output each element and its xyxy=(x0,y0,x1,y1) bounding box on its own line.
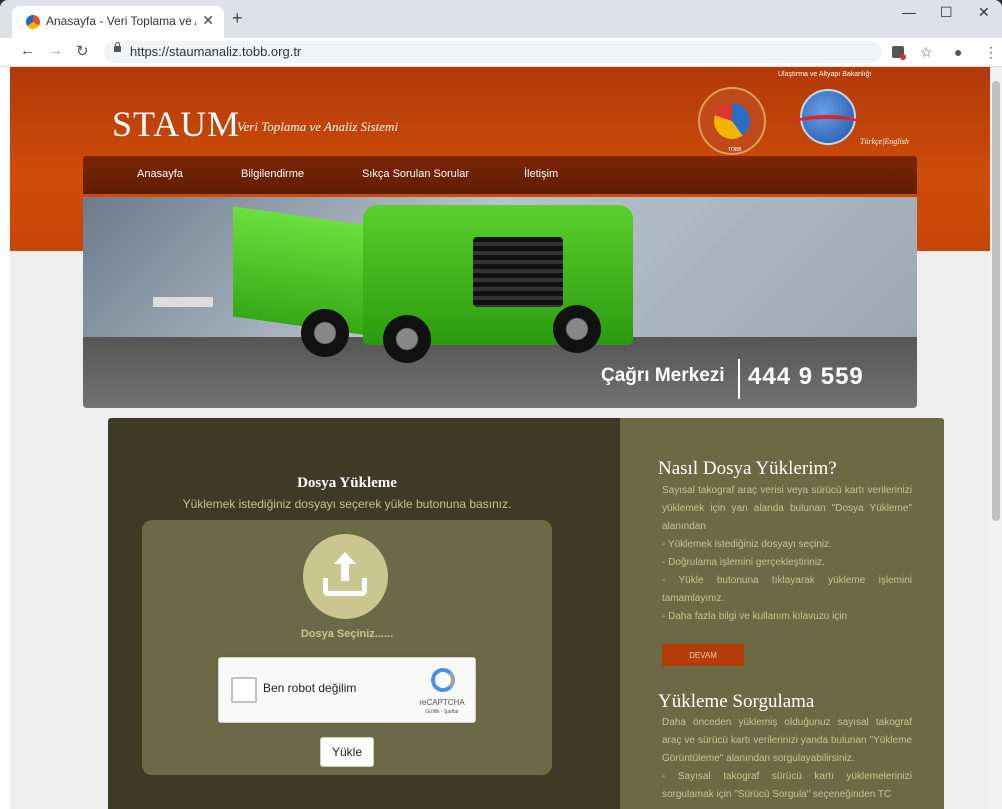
call-center-number: 444 9 559 xyxy=(748,363,864,390)
upload-icon[interactable] xyxy=(303,534,388,619)
recaptcha-widget: Ben robot değilim reCAPTCHA Gizlilik - Ş… xyxy=(218,657,476,723)
call-center-label: Çağrı Merkezi xyxy=(601,365,725,386)
forward-icon[interactable]: → xyxy=(48,42,63,59)
query-line: - Sayısal takograf sürücü kartı yüklemel… xyxy=(662,771,912,800)
upload-box: Dosya Seçiniz...... Ben robot değilim re… xyxy=(142,520,552,775)
nav-item-home[interactable]: Anasayfa xyxy=(137,168,183,180)
back-icon[interactable]: ← xyxy=(20,42,35,59)
url-text[interactable]: https://staumanaliz.tobb.org.tr xyxy=(130,44,301,59)
tab-strip: Anasayfa - Veri Toplama ve Anali ✕ + — ☐… xyxy=(0,0,1002,38)
reload-icon[interactable]: ↻ xyxy=(76,42,89,60)
browser-tab[interactable]: Anasayfa - Veri Toplama ve Anali ✕ xyxy=(12,6,224,38)
truck-grill-graphic xyxy=(473,237,563,307)
recaptcha-brand: reCAPTCHA xyxy=(419,698,465,707)
continue-button[interactable]: DEVAM xyxy=(662,644,744,666)
site-subtitle: Veri Toplama ve Analiz Sistemi xyxy=(237,119,399,134)
help-line: - Daha fazla bilgi ve kullanım kılavuzu … xyxy=(662,611,848,622)
help-line: Sayısal takograf araç verisi veya sürücü… xyxy=(662,485,912,532)
call-center-divider xyxy=(738,359,740,399)
help-text: Sayısal takograf araç verisi veya sürücü… xyxy=(662,482,912,626)
extension-icon[interactable] xyxy=(892,46,906,60)
maximize-button[interactable]: ☐ xyxy=(940,4,953,21)
tobb-logo xyxy=(698,87,766,155)
nav-item-info[interactable]: Bilgilendirme xyxy=(241,168,304,180)
hero-banner: Çağrı Merkezi 444 9 559 xyxy=(83,197,917,408)
ministry-logo xyxy=(792,85,862,147)
tab-title: Anasayfa - Veri Toplama ve Anali xyxy=(46,14,196,28)
address-bar[interactable]: https://staumanaliz.tobb.org.tr xyxy=(104,41,882,63)
minimize-button[interactable]: — xyxy=(902,4,916,20)
recaptcha-links[interactable]: Gizlilik - Şartlar xyxy=(413,709,471,715)
upload-button[interactable]: Yükle xyxy=(320,737,374,767)
scrollbar-thumb[interactable] xyxy=(992,81,1000,521)
help-title: Nasıl Dosya Yüklerim? xyxy=(658,458,837,479)
site-logo[interactable]: STAUM xyxy=(112,103,240,145)
help-line: - Yükle butonuna tıklayarak yükleme işle… xyxy=(662,575,912,604)
bookmark-star-icon[interactable]: ☆ xyxy=(920,44,933,61)
wheel-graphic xyxy=(383,315,431,363)
language-switch: Türkçe|English xyxy=(860,137,909,146)
page-scrollbar[interactable] xyxy=(990,67,1002,809)
ministry-title: Ulaştırma ve Altyapı Bakanlığı xyxy=(778,71,872,78)
help-panel: Nasıl Dosya Yüklerim? Sayısal takograf a… xyxy=(620,418,944,809)
captcha-checkbox[interactable] xyxy=(231,677,257,703)
recaptcha-logo-icon xyxy=(431,668,455,692)
nav-item-faq[interactable]: Sıkça Sorulan Sorular xyxy=(362,168,469,180)
new-tab-button[interactable]: + xyxy=(232,8,243,29)
lock-icon xyxy=(114,42,121,52)
help-line: - Yüklemek istediğiniz dosyayı seçiniz. xyxy=(662,539,832,550)
menu-icon[interactable]: ⋮ xyxy=(984,44,998,61)
help-line: - Doğrulama işlemini gerçekleştiriniz. xyxy=(662,557,825,568)
upload-panel: Dosya Yükleme Yüklemek istediğiniz dosya… xyxy=(108,418,620,809)
upload-title: Dosya Yükleme xyxy=(297,475,397,491)
captcha-label: Ben robot değilim xyxy=(263,681,357,695)
query-text: Daha önceden yüklemiş olduğunuz sayısal … xyxy=(662,714,912,804)
tobb-label: TOBB xyxy=(728,147,742,153)
lang-tr-link[interactable]: Türkçe xyxy=(860,137,882,146)
wheel-graphic xyxy=(301,309,349,357)
tab-close-icon[interactable]: ✕ xyxy=(202,12,214,29)
wheel-graphic xyxy=(553,305,601,353)
favicon-icon xyxy=(26,15,40,29)
nav-item-contact[interactable]: İletişim xyxy=(524,168,558,180)
upload-description: Yüklemek istediğiniz dosyayı seçerek yük… xyxy=(182,497,512,511)
query-title: Yükleme Sorgulama xyxy=(658,691,815,712)
choose-file-link[interactable]: Dosya Seçiniz...... xyxy=(142,628,552,640)
profile-icon[interactable]: ● xyxy=(954,44,962,60)
query-line: Daha önceden yüklemiş olduğunuz sayısal … xyxy=(662,717,912,764)
main-nav: Anasayfa Bilgilendirme Sıkça Sorulan Sor… xyxy=(83,156,917,194)
browser-window: Anasayfa - Veri Toplama ve Anali ✕ + — ☐… xyxy=(0,0,1002,809)
bridge-graphic xyxy=(153,297,213,307)
web-page: STAUM Veri Toplama ve Analiz Sistemi TOB… xyxy=(10,67,990,809)
close-window-button[interactable]: ✕ xyxy=(978,4,990,21)
browser-toolbar: ← → ↻ https://staumanaliz.tobb.org.tr ☆ … xyxy=(0,38,1002,67)
lang-en-link[interactable]: English xyxy=(884,137,908,146)
